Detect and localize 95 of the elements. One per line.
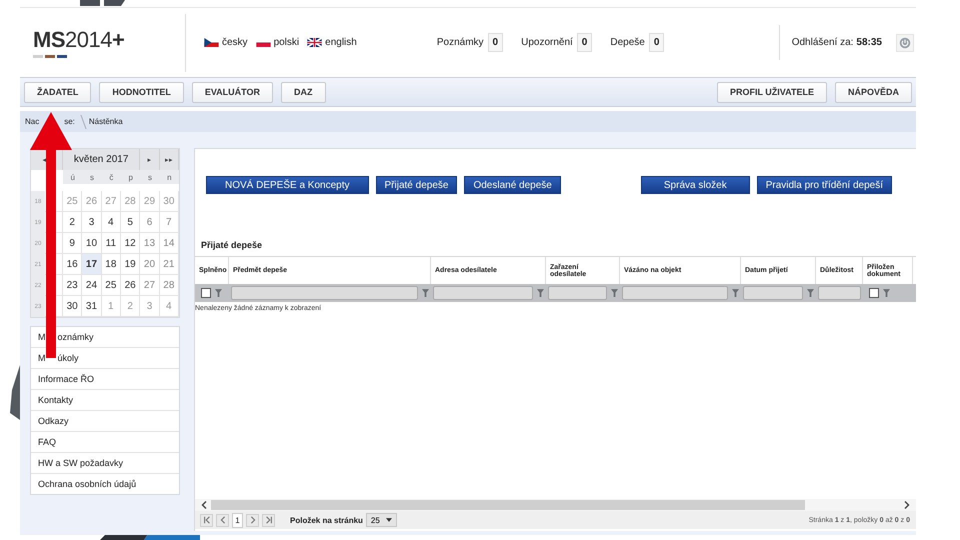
logo-bars-icon	[33, 55, 67, 58]
breadcrumb-label: se:	[64, 117, 75, 126]
calendar-day[interactable]: 18	[102, 254, 121, 275]
calendar-day[interactable]: 7	[160, 212, 179, 233]
calendar-day[interactable]: 24	[82, 275, 102, 296]
previous-page-icon[interactable]	[216, 514, 229, 526]
nav-button[interactable]: DAZ	[281, 82, 326, 102]
filter-checkbox[interactable]	[869, 288, 879, 298]
filter-field[interactable]	[818, 286, 861, 300]
filter-field[interactable]	[231, 286, 418, 300]
flag-icon[interactable]	[204, 38, 219, 47]
weekday-label: s	[82, 170, 102, 184]
toolbar-button[interactable]: Pravidla pro třídění depeší	[756, 176, 892, 194]
scroll-right-icon[interactable]	[904, 501, 910, 509]
filter-checkbox[interactable]	[201, 288, 211, 298]
table-title: Přijaté depeše	[201, 240, 264, 252]
breadcrumb-item[interactable]: Nástěnka	[88, 117, 123, 126]
first-page-icon[interactable]	[200, 514, 213, 526]
filter-field[interactable]	[548, 286, 607, 300]
logout-timer: 58:35	[856, 37, 882, 48]
menu-item[interactable]: Informace ŘO	[31, 369, 179, 390]
filter-icon[interactable]	[807, 289, 814, 297]
per-page-dropdown[interactable]: 25	[366, 513, 397, 527]
page-field[interactable]: 1	[232, 512, 243, 528]
nav-button[interactable]: EVALUÁTOR	[192, 82, 273, 102]
per-page-label: Položek na stránku	[290, 516, 363, 524]
counter-label: Upozornění	[521, 37, 573, 48]
calendar-day[interactable]: 27	[140, 275, 160, 296]
counter-badge[interactable]: 0	[648, 33, 664, 52]
calendar-day[interactable]: 6	[140, 212, 160, 233]
logo: MS2014+	[33, 27, 126, 53]
weekday-label: ú	[63, 170, 82, 184]
filter-icon[interactable]	[883, 289, 890, 297]
counter-label: Depeše	[610, 37, 645, 48]
toolbar-button[interactable]: NOVÁ DEPEŠE a Koncepty	[206, 176, 369, 194]
language-link[interactable]: polski	[256, 37, 300, 48]
calendar-day[interactable]: 25	[102, 275, 121, 296]
calendar-day[interactable]: 9	[63, 233, 82, 254]
filter-icon[interactable]	[215, 289, 222, 297]
calendar-day[interactable]: 19	[121, 254, 140, 275]
nav-button[interactable]: HODNOTITEL	[99, 82, 184, 102]
caret-icon	[386, 518, 392, 522]
power-icon[interactable]	[896, 34, 914, 52]
calendar-day[interactable]: 11	[102, 233, 121, 254]
calendar-day[interactable]: 4	[102, 212, 121, 233]
weekday-label: s	[140, 170, 160, 184]
weekday-label: p	[121, 170, 140, 184]
calendar-day[interactable]: 23	[63, 275, 82, 296]
toolbar-button[interactable]: Odeslané depeše	[464, 176, 561, 194]
calendar-day[interactable]: 17	[82, 254, 102, 275]
logout-label: Odhlášení za:	[792, 37, 854, 48]
filter-icon[interactable]	[611, 289, 618, 297]
filter-field[interactable]	[622, 286, 728, 300]
weekday-label: č	[102, 170, 121, 184]
calendar-day[interactable]: 20	[140, 254, 160, 275]
filter-icon[interactable]	[422, 289, 429, 297]
language-link[interactable]: česky	[204, 37, 248, 48]
counter-badge[interactable]: 0	[576, 33, 592, 52]
filter-icon[interactable]	[537, 289, 544, 297]
next-page-icon[interactable]	[246, 514, 259, 526]
calendar-day[interactable]: 14	[160, 233, 179, 254]
flag-icon[interactable]	[307, 38, 322, 47]
calendar-day[interactable]: 3	[82, 212, 102, 233]
last-page-icon[interactable]	[262, 514, 275, 526]
menu-item[interactable]: Ochrana osobních údajů	[31, 474, 179, 494]
nav-button[interactable]: NÁPOVĚDA	[834, 82, 912, 102]
toolbar-button[interactable]: Přijaté depeše	[376, 176, 458, 194]
calendar-title[interactable]: květen 2017	[63, 149, 140, 170]
menu-item[interactable]: FAQ	[31, 432, 179, 453]
breadcrumb-label: Nac	[25, 117, 40, 126]
menu-item[interactable]: Odkazy	[31, 411, 179, 432]
filter-field[interactable]	[743, 286, 803, 300]
filter-icon[interactable]	[732, 289, 739, 297]
filter-field[interactable]	[433, 286, 533, 300]
nav-button[interactable]: ŽADATEL	[24, 82, 92, 102]
calendar-day[interactable]: 13	[140, 233, 160, 254]
weekday-label: n	[160, 170, 179, 184]
language-link[interactable]: english	[307, 37, 357, 48]
counter-badge[interactable]: 0	[488, 33, 504, 52]
calendar-day[interactable]: 26	[121, 275, 140, 296]
counter-label: Poznámky	[436, 37, 484, 48]
calendar-day[interactable]: 21	[160, 254, 179, 275]
scroll-left-icon[interactable]	[201, 501, 207, 509]
calendar-day[interactable]: 2	[63, 212, 82, 233]
calendar-day[interactable]: 31	[82, 296, 102, 317]
calendar-day[interactable]: 5	[121, 212, 140, 233]
menu-item[interactable]: HW a SW požadavky	[31, 453, 179, 474]
nav-button[interactable]: PROFIL UŽIVATELE	[716, 82, 827, 102]
toolbar-button[interactable]: Správa složek	[640, 176, 750, 194]
menu-item[interactable]: Kontakty	[31, 390, 179, 411]
calendar-day[interactable]: 12	[121, 233, 140, 254]
calendar-day[interactable]: 30	[63, 296, 82, 317]
decor-shape	[80, 0, 125, 6]
horizontal-scrollbar[interactable]	[195, 499, 916, 511]
calendar-day[interactable]: 28	[160, 275, 179, 296]
